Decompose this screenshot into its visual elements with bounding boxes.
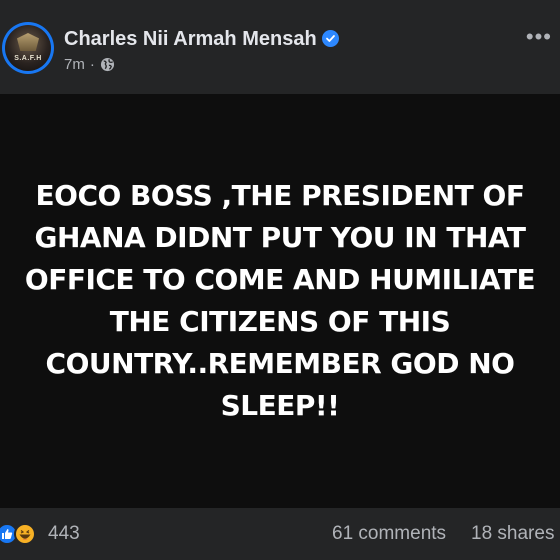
avatar-logo-text: S.A.F.H [14,55,42,62]
author-name[interactable]: Charles Nii Armah Mensah [64,28,317,50]
crest-icon [17,33,39,51]
avatar-image: S.A.F.H [5,25,51,71]
post-text: EOCO BOSS ,THE PRESIDENT OF GHANA DIDNT … [24,179,536,422]
more-options-icon[interactable]: ••• [526,26,552,48]
engagement-bar: 443 61 comments 18 shares [0,508,560,560]
haha-icon [14,523,36,545]
post-text-background[interactable]: EOCO BOSS ,THE PRESIDENT OF GHANA DIDNT … [0,94,560,508]
reaction-count[interactable]: 443 [48,523,80,545]
reaction-icons[interactable] [0,523,40,545]
post-time[interactable]: 7m [64,56,85,73]
comment-count[interactable]: 61 comments [332,523,446,545]
author-avatar[interactable]: S.A.F.H [2,22,54,74]
post-header: S.A.F.H Charles Nii Armah Mensah 7m · ••… [0,0,560,94]
verified-badge-icon [321,30,339,47]
post-meta: 7m · [64,56,115,73]
author-name-row: Charles Nii Armah Mensah [64,28,339,51]
share-count[interactable]: 18 shares [471,523,554,545]
meta-separator: · [89,56,95,73]
globe-icon [100,57,115,72]
